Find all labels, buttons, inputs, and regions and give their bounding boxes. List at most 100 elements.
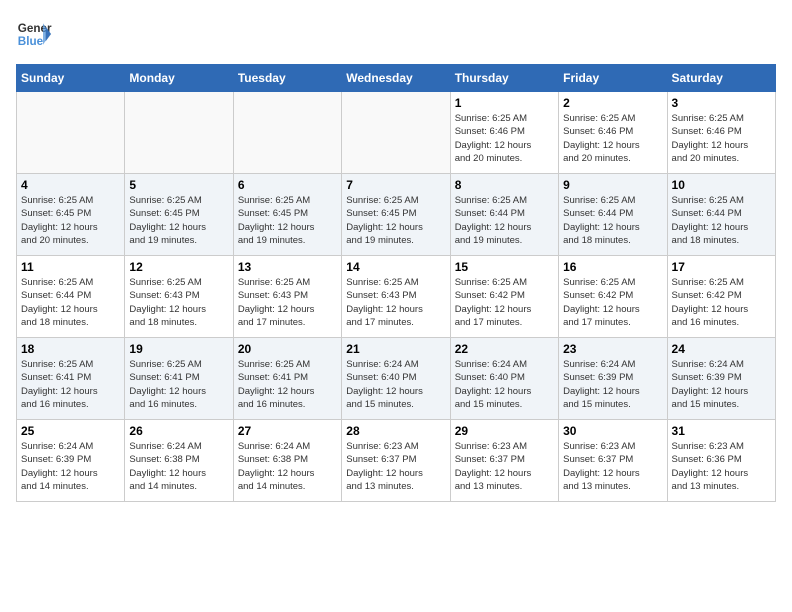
week-row-4: 18Sunrise: 6:25 AM Sunset: 6:41 PM Dayli… (17, 338, 776, 420)
day-info: Sunrise: 6:25 AM Sunset: 6:41 PM Dayligh… (129, 358, 228, 411)
calendar-cell (233, 92, 341, 174)
calendar-cell: 23 Sunrise: 6:24 AM Sunset: 6:39 PM Dayli… (559, 338, 667, 420)
week-row-5: 25Sunrise: 6:24 AM Sunset: 6:39 PM Dayli… (17, 420, 776, 502)
week-row-2: 4 Sunrise: 6:25 AM Sunset: 6:45 PM Daylig… (17, 174, 776, 256)
weekday-header-row: SundayMondayTuesdayWednesdayThursdayFrid… (17, 65, 776, 92)
calendar-cell (125, 92, 233, 174)
week-row-1: 1 Sunrise: 6:25 AM Sunset: 6:46 PM Daylig… (17, 92, 776, 174)
calendar-cell: 15 Sunrise: 6:25 AM Sunset: 6:42 PM Dayli… (450, 256, 558, 338)
weekday-header-friday: Friday (559, 65, 667, 92)
calendar-cell: 5Sunrise: 6:25 AM Sunset: 6:45 PM Daylig… (125, 174, 233, 256)
day-info: Sunrise: 6:25 AM Sunset: 6:45 PM Dayligh… (346, 194, 445, 247)
day-info: Sunrise: 6:24 AM Sunset: 6:39 PM Dayligh… (563, 358, 662, 411)
calendar-cell: 24 Sunrise: 6:24 AM Sunset: 6:39 PM Dayli… (667, 338, 775, 420)
week-row-3: 11 Sunrise: 6:25 AM Sunset: 6:44 PM Dayli… (17, 256, 776, 338)
weekday-header-wednesday: Wednesday (342, 65, 450, 92)
day-number: 12 (129, 260, 228, 274)
day-number: 28 (346, 424, 445, 438)
weekday-header-sunday: Sunday (17, 65, 125, 92)
logo-icon: General Blue (16, 16, 52, 52)
day-info: Sunrise: 6:23 AM Sunset: 6:37 PM Dayligh… (346, 440, 445, 493)
calendar-cell: 26 Sunrise: 6:24 AM Sunset: 6:38 PM Dayli… (125, 420, 233, 502)
calendar-table: SundayMondayTuesdayWednesdayThursdayFrid… (16, 64, 776, 502)
calendar-cell: 19 Sunrise: 6:25 AM Sunset: 6:41 PM Dayli… (125, 338, 233, 420)
calendar-cell: 28 Sunrise: 6:23 AM Sunset: 6:37 PM Dayli… (342, 420, 450, 502)
day-info: Sunrise: 6:23 AM Sunset: 6:37 PM Dayligh… (455, 440, 554, 493)
day-number: 23 (563, 342, 662, 356)
calendar-cell: 10 Sunrise: 6:25 AM Sunset: 6:44 PM Dayli… (667, 174, 775, 256)
day-info: Sunrise: 6:24 AM Sunset: 6:38 PM Dayligh… (238, 440, 337, 493)
day-number: 19 (129, 342, 228, 356)
calendar-cell: 6 Sunrise: 6:25 AM Sunset: 6:45 PM Daylig… (233, 174, 341, 256)
logo: General Blue (16, 16, 52, 52)
day-info: Sunrise: 6:24 AM Sunset: 6:39 PM Dayligh… (21, 440, 120, 493)
day-number: 4 (21, 178, 120, 192)
calendar-cell: 7 Sunrise: 6:25 AM Sunset: 6:45 PM Daylig… (342, 174, 450, 256)
day-number: 29 (455, 424, 554, 438)
day-number: 26 (129, 424, 228, 438)
day-info: Sunrise: 6:25 AM Sunset: 6:43 PM Dayligh… (129, 276, 228, 329)
calendar-cell: 17 Sunrise: 6:25 AM Sunset: 6:42 PM Dayli… (667, 256, 775, 338)
day-number: 17 (672, 260, 771, 274)
day-number: 10 (672, 178, 771, 192)
day-number: 6 (238, 178, 337, 192)
weekday-header-tuesday: Tuesday (233, 65, 341, 92)
day-number: 13 (238, 260, 337, 274)
day-info: Sunrise: 6:23 AM Sunset: 6:36 PM Dayligh… (672, 440, 771, 493)
day-info: Sunrise: 6:25 AM Sunset: 6:42 PM Dayligh… (455, 276, 554, 329)
day-number: 22 (455, 342, 554, 356)
day-number: 11 (21, 260, 120, 274)
calendar-cell: 20Sunrise: 6:25 AM Sunset: 6:41 PM Dayli… (233, 338, 341, 420)
svg-text:Blue: Blue (18, 35, 44, 48)
day-number: 27 (238, 424, 337, 438)
calendar-cell (342, 92, 450, 174)
day-number: 24 (672, 342, 771, 356)
calendar-cell: 11 Sunrise: 6:25 AM Sunset: 6:44 PM Dayli… (17, 256, 125, 338)
calendar-cell: 29 Sunrise: 6:23 AM Sunset: 6:37 PM Dayli… (450, 420, 558, 502)
day-number: 8 (455, 178, 554, 192)
day-number: 9 (563, 178, 662, 192)
day-info: Sunrise: 6:25 AM Sunset: 6:46 PM Dayligh… (563, 112, 662, 165)
day-number: 21 (346, 342, 445, 356)
calendar-cell: 4Sunrise: 6:25 AM Sunset: 6:45 PM Daylig… (17, 174, 125, 256)
day-number: 7 (346, 178, 445, 192)
weekday-header-thursday: Thursday (450, 65, 558, 92)
day-info: Sunrise: 6:25 AM Sunset: 6:44 PM Dayligh… (563, 194, 662, 247)
day-info: Sunrise: 6:23 AM Sunset: 6:37 PM Dayligh… (563, 440, 662, 493)
day-number: 2 (563, 96, 662, 110)
calendar-cell: 30 Sunrise: 6:23 AM Sunset: 6:37 PM Dayli… (559, 420, 667, 502)
day-info: Sunrise: 6:25 AM Sunset: 6:43 PM Dayligh… (346, 276, 445, 329)
day-info: Sunrise: 6:25 AM Sunset: 6:44 PM Dayligh… (455, 194, 554, 247)
calendar-cell: 25Sunrise: 6:24 AM Sunset: 6:39 PM Dayli… (17, 420, 125, 502)
calendar-cell: 16Sunrise: 6:25 AM Sunset: 6:42 PM Dayli… (559, 256, 667, 338)
calendar-cell: 14Sunrise: 6:25 AM Sunset: 6:43 PM Dayli… (342, 256, 450, 338)
calendar-cell: 27 Sunrise: 6:24 AM Sunset: 6:38 PM Dayli… (233, 420, 341, 502)
day-number: 31 (672, 424, 771, 438)
weekday-header-saturday: Saturday (667, 65, 775, 92)
calendar-cell: 3Sunrise: 6:25 AM Sunset: 6:46 PM Daylig… (667, 92, 775, 174)
day-info: Sunrise: 6:25 AM Sunset: 6:43 PM Dayligh… (238, 276, 337, 329)
header-area: General Blue (16, 16, 776, 52)
calendar-cell: 13 Sunrise: 6:25 AM Sunset: 6:43 PM Dayli… (233, 256, 341, 338)
day-number: 3 (672, 96, 771, 110)
day-info: Sunrise: 6:24 AM Sunset: 6:40 PM Dayligh… (455, 358, 554, 411)
day-info: Sunrise: 6:25 AM Sunset: 6:42 PM Dayligh… (672, 276, 771, 329)
calendar-cell: 9 Sunrise: 6:25 AM Sunset: 6:44 PM Daylig… (559, 174, 667, 256)
calendar-cell: 31 Sunrise: 6:23 AM Sunset: 6:36 PM Dayli… (667, 420, 775, 502)
day-number: 30 (563, 424, 662, 438)
calendar-cell (17, 92, 125, 174)
day-info: Sunrise: 6:24 AM Sunset: 6:38 PM Dayligh… (129, 440, 228, 493)
day-number: 1 (455, 96, 554, 110)
day-number: 20 (238, 342, 337, 356)
calendar-cell: 2 Sunrise: 6:25 AM Sunset: 6:46 PM Daylig… (559, 92, 667, 174)
day-number: 16 (563, 260, 662, 274)
day-number: 15 (455, 260, 554, 274)
weekday-header-monday: Monday (125, 65, 233, 92)
day-info: Sunrise: 6:25 AM Sunset: 6:41 PM Dayligh… (21, 358, 120, 411)
day-info: Sunrise: 6:24 AM Sunset: 6:39 PM Dayligh… (672, 358, 771, 411)
day-info: Sunrise: 6:25 AM Sunset: 6:45 PM Dayligh… (238, 194, 337, 247)
calendar-cell: 1 Sunrise: 6:25 AM Sunset: 6:46 PM Daylig… (450, 92, 558, 174)
day-info: Sunrise: 6:25 AM Sunset: 6:44 PM Dayligh… (21, 276, 120, 329)
day-info: Sunrise: 6:25 AM Sunset: 6:44 PM Dayligh… (672, 194, 771, 247)
day-info: Sunrise: 6:25 AM Sunset: 6:46 PM Dayligh… (455, 112, 554, 165)
